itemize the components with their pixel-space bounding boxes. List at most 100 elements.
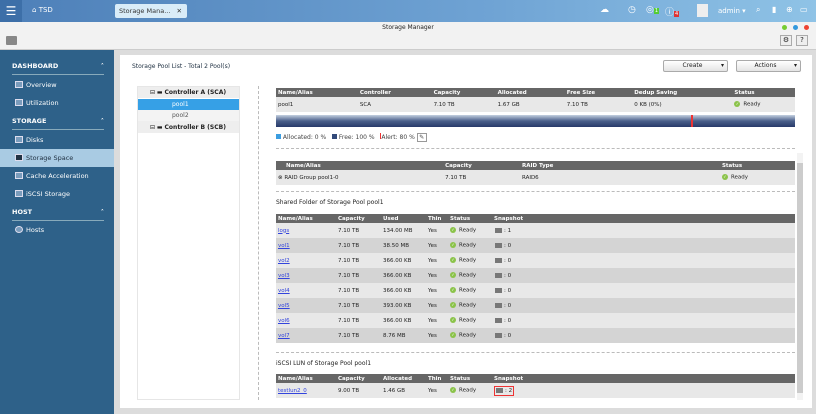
help-icon[interactable]: ▮ [772,5,776,14]
name-link[interactable]: vol4 [278,288,290,294]
sidebar-item-storage-space[interactable]: Storage Space [0,149,114,167]
tree-controller-b[interactable]: ⊟ ▬ Controller B (SCB) [138,121,239,133]
maximize-button[interactable] [793,25,798,30]
ready-icon: ✓ [734,101,741,108]
section-storage[interactable]: STORAGE ˄ [12,117,104,130]
table-row[interactable]: vol2 7.10 TB 366.00 KB Yes ✓ Ready: 0 [276,253,795,268]
column-header[interactable]: Name/Alias [276,214,336,223]
table-row[interactable]: vol6 7.10 TB 366.00 KB Yes ✓ Ready: 0 [276,313,795,328]
column-header[interactable]: Free Size [564,88,633,97]
snapshot-button[interactable]: : 1 [494,227,512,235]
avatar[interactable] [697,4,708,17]
column-header[interactable]: Status [448,374,492,383]
table-row[interactable]: vol3 7.10 TB 366.00 KB Yes ✓ Ready: 0 [276,268,795,283]
column-header[interactable]: Status [732,88,795,97]
iscsi-icon [15,190,23,197]
help-button[interactable]: ? [796,35,808,46]
table-row[interactable]: testlun2_0 9.00 TB 1.46 GB Yes ✓ Ready: 2 [276,383,795,398]
table-row[interactable]: vol7 7.10 TB 8.76 MB Yes ✓ Ready: 0 [276,328,795,343]
collapse-icon[interactable]: ˄ [101,117,104,125]
close-button[interactable] [804,25,809,30]
column-header[interactable]: Allocated [495,88,565,97]
table-row[interactable]: vol1 7.10 TB 38.50 MB Yes ✓ Ready: 0 [276,238,795,253]
tree-pool1[interactable]: pool1 [138,99,239,110]
create-button[interactable]: Create ▾ [663,60,728,72]
tree-controller-a[interactable]: ⊟ ▬ Controller A (SCA) [138,87,239,98]
close-tab-icon[interactable]: ✕ [176,7,181,15]
monitor-icon[interactable]: ▭ [800,5,808,14]
snapshot-button[interactable]: : 0 [494,302,512,310]
column-header[interactable]: Thin [426,214,448,223]
column-header[interactable]: Name/Alias [276,88,358,97]
column-header[interactable]: Capacity [336,374,381,383]
column-header[interactable]: Name/Alias [276,161,444,170]
app-tab-storage-manager[interactable]: Storage Mana... ✕ [115,4,187,18]
scrollbar[interactable] [797,153,803,400]
section-host[interactable]: HOST ˄ [12,208,104,221]
sidebar-item-cache-acceleration[interactable]: Cache Acceleration [0,167,114,185]
minimize-button[interactable] [782,25,787,30]
snapshot-button[interactable]: : 0 [494,272,512,280]
section-dashboard[interactable]: DASHBOARD ˄ [12,62,104,75]
name-link[interactable]: testlun2_0 [278,388,307,394]
column-header[interactable]: Status [448,214,492,223]
menu-icon[interactable]: ☰ [0,0,22,22]
column-header[interactable]: RAID Type [519,161,720,170]
name-link[interactable]: vol7 [278,333,290,339]
column-header[interactable]: Thin [426,374,448,383]
sidebar-item-overview[interactable]: Overview [0,76,114,94]
table-row[interactable]: pool1 SCA 7.10 TB 1.67 GB 7.10 TB 0 KB (0%) ✓ R… [276,97,795,112]
user-menu[interactable]: admin ▾ [718,7,746,15]
sidebar-item-utilization[interactable]: Utilization [0,94,114,112]
globe-icon[interactable]: ⊕ [786,5,793,14]
snapshot-button[interactable]: : 2 [494,385,515,396]
name-link[interactable]: vol1 [278,243,290,249]
column-header[interactable]: Name/Alias [276,374,336,383]
column-header[interactable]: Capacity [431,88,496,97]
name-link[interactable]: logs [278,228,289,234]
settings-icon[interactable]: ⚙ [780,35,792,46]
info-icon[interactable]: ⓘ4 [665,5,680,18]
table-row[interactable]: vol5 7.10 TB 393.00 KB Yes ✓ Ready: 0 [276,298,795,313]
name-link[interactable]: vol2 [278,258,290,264]
tasks-icon[interactable]: ◎1 [646,5,660,15]
edit-alert-icon[interactable]: ✎ [416,133,427,142]
scrollbar-thumb[interactable] [797,163,803,393]
ready-icon: ✓ [450,387,456,394]
column-header[interactable]: Controller [357,88,432,97]
snapshot-icon [495,227,502,233]
tree-pool2[interactable]: pool2 [138,110,239,121]
snapshot-button[interactable]: : 0 [494,257,512,265]
column-header[interactable]: Used [381,214,426,223]
snapshot-button[interactable]: : 0 [494,287,512,295]
name-link[interactable]: vol3 [278,273,290,279]
name-link[interactable]: vol6 [278,318,290,324]
divider [276,352,795,353]
clock-icon[interactable]: ◷ [628,5,636,15]
column-header[interactable]: Snapshot [492,374,795,383]
column-header[interactable]: Status [719,161,795,170]
column-header[interactable]: Allocated [381,374,426,383]
collapse-icon[interactable]: ˄ [101,208,104,216]
snapshot-button[interactable]: : 0 [494,242,512,250]
cloud-icon[interactable]: ☁ [600,5,609,15]
expand-icon[interactable]: ⊗ [278,175,283,181]
sidebar-item-disks[interactable]: Disks [0,131,114,149]
toggle-sidebar-icon[interactable] [6,36,17,45]
actions-button[interactable]: Actions ▾ [736,60,801,72]
snapshot-button[interactable]: : 0 [494,332,512,340]
table-row[interactable]: vol4 7.10 TB 366.00 KB Yes ✓ Ready: 0 [276,283,795,298]
home-button[interactable]: ⌂ TSD [32,6,53,14]
name-link[interactable]: vol5 [278,303,290,309]
column-header[interactable]: Capacity [336,214,381,223]
collapse-icon[interactable]: ˄ [101,62,104,70]
table-row[interactable]: ⊗ RAID Group pool1-0 7.10 TB RAID6 ✓ Ready [276,170,795,185]
table-row[interactable]: logs 7.10 TB 134.00 MB Yes ✓ Ready: 1 [276,223,795,238]
search-icon[interactable]: ⌕ [756,5,760,15]
snapshot-button[interactable]: : 0 [494,317,512,325]
column-header[interactable]: Dedup Saving [632,88,733,97]
column-header[interactable]: Capacity [443,161,520,170]
sidebar-item-iscsi-storage[interactable]: iSCSI Storage [0,185,114,203]
column-header[interactable]: Snapshot [492,214,795,223]
sidebar-item-hosts[interactable]: Hosts [0,221,114,239]
